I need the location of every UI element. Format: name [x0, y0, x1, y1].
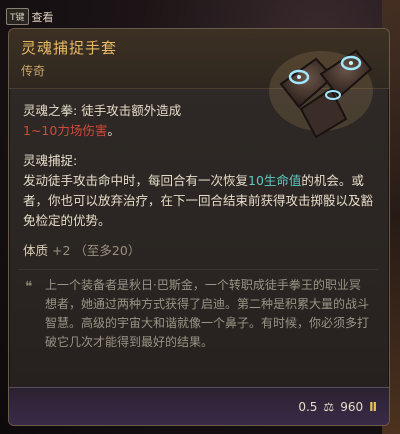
ability2-heal: 10生命值 — [248, 173, 302, 188]
stat-value: +2 — [52, 243, 71, 258]
quote-icon: ❝ — [25, 279, 33, 295]
ability1-end: 。 — [107, 123, 120, 138]
price-value: 960 — [340, 399, 364, 414]
stat-label: 体质 — [23, 243, 49, 258]
ability2-line1: 发动徒手攻击命中时，每回合有一次恢复 — [23, 173, 249, 188]
gloves-icon — [269, 49, 373, 139]
inspect-label: 查看 — [31, 10, 54, 24]
lore-text: 上一个装备者是秋日·巴斯金，一个转职成徒手拳王的职业冥想者，她通过两种方式获得了… — [45, 278, 370, 349]
ability1-title: 灵魂之拳 — [23, 103, 74, 118]
ability1-text: : 徒手攻击额外造成 — [73, 103, 182, 118]
ability2-title: 灵魂捕捉: — [23, 153, 78, 168]
item-tooltip: 灵魂捕捉手套 传奇 灵魂之拳: 徒手攻击额外造成 1~10力场伤害。 灵魂捕捉:… — [8, 28, 390, 426]
inspect-hint[interactable]: T键 查看 — [6, 8, 54, 25]
item-footer: 0.5 ⚖ 960 Ⅱ — [9, 387, 389, 425]
lore-text-block: ❝ 上一个装备者是秋日·巴斯金，一个转职成徒手拳王的职业冥想者，她通过两种方式获… — [19, 269, 379, 360]
weight-value: 0.5 — [298, 399, 318, 414]
ability1-damage: 1~10力场伤害 — [23, 123, 108, 138]
stat-constitution: 体质 +2 （至多20） — [23, 241, 375, 261]
weight-icon: ⚖ — [323, 399, 335, 414]
coin-icon: Ⅱ — [369, 399, 377, 414]
ability-soul-catch: 灵魂捕捉: 发动徒手攻击命中时，每回合有一次恢复10生命值的机会。或者，你也可以… — [23, 151, 375, 231]
key-icon: T键 — [6, 8, 29, 25]
stat-note: （至多20） — [74, 243, 141, 258]
